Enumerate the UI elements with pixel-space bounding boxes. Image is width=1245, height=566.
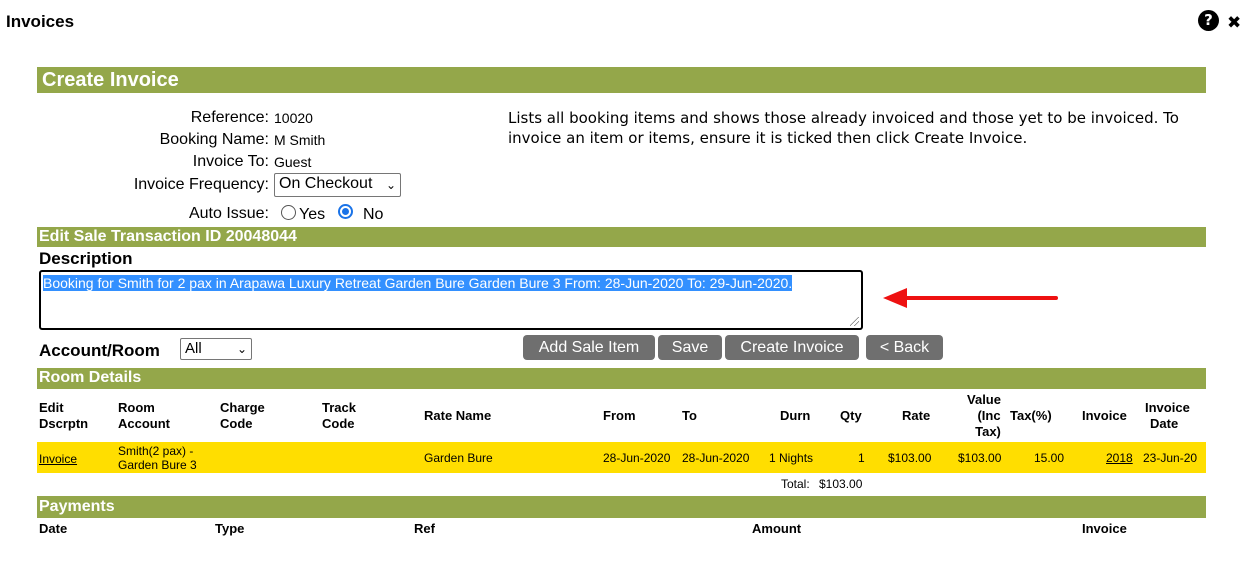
auto-issue-label: Auto Issue: <box>188 205 269 222</box>
invoice-date-cell: 23-Jun-20 <box>1143 451 1198 465</box>
col-invoice: Invoice <box>1082 408 1127 423</box>
payments-col-invoice: Invoice <box>1082 521 1127 536</box>
auto-issue-yes-label: Yes <box>299 206 326 223</box>
col-edit-description: Edit Dscrptn <box>39 400 89 431</box>
resize-handle-icon[interactable] <box>850 317 859 326</box>
payments-col-type: Type <box>215 521 245 536</box>
payments-col-date: Date <box>39 521 68 536</box>
add-sale-item-button[interactable]: Add Sale Item <box>523 335 655 360</box>
col-invoice-date: Invoice Date <box>1145 400 1190 431</box>
description-textarea[interactable]: Booking for Smith for 2 pax in Arapawa L… <box>39 270 863 330</box>
room-details-heading: Room Details <box>37 368 1206 389</box>
invoice-frequency-select[interactable]: On Checkout ⌄ <box>274 173 401 197</box>
account-room-select[interactable]: All ⌄ <box>180 338 252 360</box>
col-rate: Rate <box>902 408 931 423</box>
col-track-code: Track Code <box>322 400 356 431</box>
account-room-value: All <box>185 340 202 357</box>
auto-issue-yes-radio[interactable] <box>281 205 296 220</box>
edit-sale-heading: Edit Sale Transaction ID 20048044 <box>37 227 1206 247</box>
total-value: $103.00 <box>819 477 863 491</box>
close-icon[interactable]: ✖ <box>1227 13 1241 33</box>
reference-label: Reference: <box>190 109 269 126</box>
invoice-frequency-label: Invoice Frequency: <box>133 176 269 193</box>
auto-issue-no-label: No <box>363 206 384 223</box>
chevron-down-icon: ⌄ <box>385 178 396 192</box>
account-room-label: Account/Room <box>39 341 160 360</box>
col-tax: Tax(%) <box>1010 408 1052 423</box>
create-invoice-button[interactable]: Create Invoice <box>725 335 859 360</box>
qty-cell: 1 <box>858 451 865 465</box>
col-charge-code: Charge Code <box>220 400 265 431</box>
create-invoice-heading: Create Invoice <box>37 67 1206 93</box>
value-cell: $103.00 <box>958 451 1002 465</box>
col-value: Value (Inc Tax) <box>967 392 1001 439</box>
help-description: Lists all booking items and shows those … <box>508 109 1179 147</box>
durn-cell: 1 Nights <box>769 451 814 465</box>
invoice-frequency-value: On Checkout <box>279 175 373 192</box>
total-label: Total: <box>781 477 810 491</box>
edit-description-link[interactable]: Invoice <box>39 452 77 466</box>
invoice-link[interactable]: 2018 <box>1106 451 1133 465</box>
col-qty: Qty <box>840 408 862 423</box>
red-arrow-shaft <box>900 296 1058 300</box>
col-to: To <box>682 408 697 423</box>
from-cell: 28-Jun-2020 <box>603 451 671 465</box>
to-cell: 28-Jun-2020 <box>682 451 750 465</box>
auto-issue-no-radio[interactable] <box>338 204 353 219</box>
rate-name-cell: Garden Bure <box>424 451 493 465</box>
room-account-cell: Smith(2 pax) - Garden Bure 3 <box>118 444 197 472</box>
description-text: Booking for Smith for 2 pax in Arapawa L… <box>43 275 793 291</box>
booking-name-value: M Smith <box>274 132 326 148</box>
save-button[interactable]: Save <box>658 335 722 360</box>
col-rate-name: Rate Name <box>424 408 492 423</box>
help-icon[interactable]: ? <box>1198 10 1219 31</box>
back-button[interactable]: < Back <box>866 335 943 360</box>
col-room-account: Room Account <box>118 400 170 431</box>
chevron-down-icon: ⌄ <box>236 342 247 356</box>
booking-name-label: Booking Name: <box>159 131 269 148</box>
payments-col-ref: Ref <box>414 521 435 536</box>
reference-value: 10020 <box>274 110 313 126</box>
col-durn: Durn <box>780 408 811 423</box>
rate-cell: $103.00 <box>888 451 932 465</box>
description-label: Description <box>39 249 133 268</box>
payments-heading: Payments <box>37 496 1206 518</box>
invoice-to-value: Guest <box>274 154 312 170</box>
payments-col-amount: Amount <box>752 521 802 536</box>
invoice-to-label: Invoice To: <box>192 153 269 170</box>
window-title: Invoices <box>6 12 75 31</box>
col-from: From <box>603 408 636 423</box>
tax-cell: 15.00 <box>1034 451 1065 465</box>
